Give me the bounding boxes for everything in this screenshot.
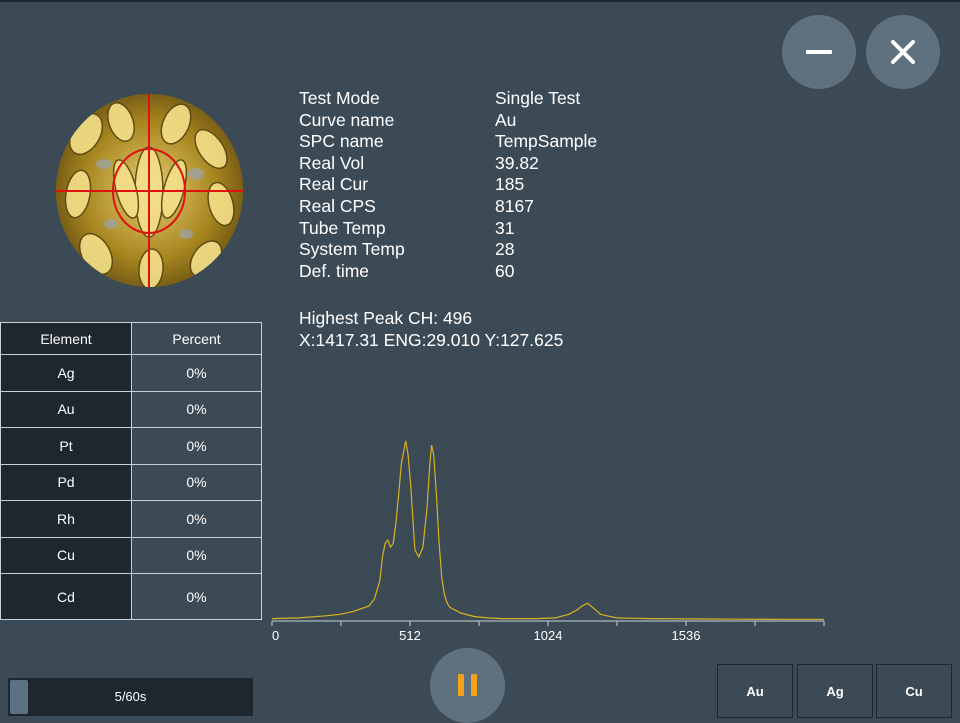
- info-row-real-cps: Real CPS 8167: [299, 196, 597, 218]
- percent-cell: 0%: [131, 390, 262, 428]
- table-row[interactable]: Au 0%: [0, 390, 262, 428]
- info-label: Tube Temp: [299, 217, 386, 238]
- x-tick-label: 0: [272, 628, 279, 643]
- element-cell: Pt: [0, 427, 132, 465]
- percent-cell: 0%: [131, 500, 262, 538]
- top-border: [0, 0, 960, 2]
- info-value: 8167: [495, 195, 534, 216]
- element-cell: Rh: [0, 500, 132, 538]
- close-button[interactable]: [866, 15, 940, 89]
- percent-cell: 0%: [131, 354, 262, 392]
- info-row-curve-name: Curve name Au: [299, 110, 597, 132]
- info-label: SPC name: [299, 131, 384, 152]
- acquisition-progress-bar: 5/60s: [8, 678, 253, 716]
- info-value: 28: [495, 239, 515, 260]
- highest-peak-text: Highest Peak CH: 496: [299, 308, 473, 328]
- info-label: Real Cur: [299, 174, 369, 195]
- info-value: 39.82: [495, 152, 539, 173]
- progress-text: 5/60s: [114, 689, 147, 704]
- sample-camera-view: [56, 94, 243, 287]
- info-label: Real CPS: [299, 195, 376, 216]
- percent-cell: 0%: [131, 536, 262, 574]
- info-label: Def. time: [299, 260, 370, 281]
- table-row[interactable]: Pt 0%: [0, 427, 262, 465]
- info-label: System Temp: [299, 239, 405, 260]
- column-header-element: Element: [0, 322, 132, 355]
- spectrum-series-line: [271, 440, 824, 620]
- table-row[interactable]: Pd 0%: [0, 463, 262, 501]
- minimize-button[interactable]: [782, 15, 856, 89]
- spectrum-chart[interactable]: 0 512 1024 1536: [266, 420, 830, 648]
- info-row-tube-temp: Tube Temp 31: [299, 218, 597, 240]
- element-cell: Cu: [0, 536, 132, 574]
- test-info-panel: Test Mode Single Test Curve name Au SPC na…: [299, 88, 597, 282]
- element-percent-table: Element Percent Ag 0% Au 0% Pt 0% Pd 0% Rh 0%…: [0, 322, 262, 620]
- close-icon: [891, 40, 915, 64]
- info-row-real-vol: Real Vol 39.82: [299, 153, 597, 175]
- info-label: Real Vol: [299, 152, 365, 173]
- info-row-system-temp: System Temp 28: [299, 239, 597, 261]
- table-row[interactable]: Cu 0%: [0, 536, 262, 574]
- minus-icon: [806, 50, 832, 54]
- peak-coordinates-text: X:1417.31 ENG:29.010 Y:127.625: [299, 329, 564, 350]
- camera-image: [56, 94, 243, 287]
- x-tick-label: 512: [399, 628, 421, 643]
- x-tick-label: 1024: [534, 628, 563, 643]
- table-row[interactable]: Rh 0%: [0, 500, 262, 538]
- peak-info: Highest Peak CH: 496 X:1417.31 ENG:29.01…: [299, 308, 563, 351]
- info-value: 31: [495, 217, 515, 238]
- info-value: Single Test: [495, 88, 581, 108]
- percent-cell: 0%: [131, 427, 262, 465]
- info-value: Au: [495, 109, 517, 130]
- element-button-au[interactable]: Au: [717, 664, 793, 718]
- element-cell: Ag: [0, 354, 132, 392]
- table-row[interactable]: Cd 0%: [0, 573, 262, 620]
- info-value: TempSample: [495, 131, 598, 152]
- element-cell: Cd: [0, 573, 132, 620]
- element-button-ag[interactable]: Ag: [797, 664, 873, 718]
- info-value: 185: [495, 174, 525, 195]
- x-tick-label: 1536: [672, 628, 701, 643]
- info-label: Test Mode: [299, 88, 380, 108]
- column-header-percent: Percent: [131, 322, 262, 355]
- info-row-real-cur: Real Cur 185: [299, 174, 597, 196]
- element-cell: Au: [0, 390, 132, 428]
- info-value: 60: [495, 260, 515, 281]
- pause-button[interactable]: [430, 648, 505, 723]
- percent-cell: 0%: [131, 463, 262, 501]
- info-row-spc-name: SPC name TempSample: [299, 131, 597, 153]
- x-axis-ticks: [271, 621, 825, 626]
- info-row-def-time: Def. time 60: [299, 261, 597, 283]
- element-button-cu[interactable]: Cu: [876, 664, 952, 718]
- table-header-row: Element Percent: [0, 322, 262, 355]
- element-cell: Pd: [0, 463, 132, 501]
- table-row[interactable]: Ag 0%: [0, 354, 262, 392]
- percent-cell: 0%: [131, 573, 262, 620]
- info-row-test-mode: Test Mode Single Test: [299, 88, 597, 110]
- info-label: Curve name: [299, 109, 395, 130]
